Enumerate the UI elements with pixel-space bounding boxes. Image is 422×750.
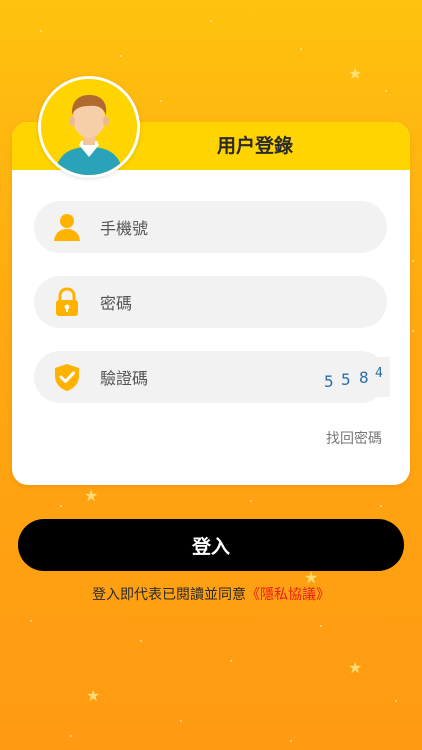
agreement-text: 登入即代表已閱讀並同意《隱私協議》 xyxy=(0,584,422,604)
captcha-input[interactable] xyxy=(98,351,302,405)
phone-input[interactable] xyxy=(98,201,302,255)
lock-icon xyxy=(56,287,78,316)
star-icon: ★ xyxy=(348,658,363,677)
captcha-digit: 5 xyxy=(341,370,351,389)
phone-field xyxy=(34,201,387,255)
captcha-digit: 8 xyxy=(359,368,369,387)
avatar xyxy=(38,76,140,178)
user-icon xyxy=(54,214,80,241)
privacy-policy-link[interactable]: 《隱私協議》 xyxy=(246,587,330,603)
star-icon: ★ xyxy=(348,64,363,83)
login-button[interactable]: 登入 xyxy=(18,519,404,571)
star-icon: ★ xyxy=(86,686,101,705)
forgot-password-link[interactable]: 找回密碼 xyxy=(300,428,382,448)
captcha-field: 5 5 8 4 xyxy=(34,351,390,405)
captcha-digit: 4 xyxy=(375,366,383,381)
captcha-digit: 5 xyxy=(324,372,334,391)
agreement-label: 登入即代表已閱讀並同意 xyxy=(92,587,246,603)
page-title: 用户登錄 xyxy=(216,135,293,157)
password-input[interactable] xyxy=(98,276,302,330)
avatar-person-icon xyxy=(41,79,137,175)
password-field xyxy=(34,276,387,330)
shield-check-icon xyxy=(55,364,79,391)
star-icon: ★ xyxy=(84,486,99,505)
captcha-image[interactable]: 5 5 8 4 xyxy=(310,357,390,397)
